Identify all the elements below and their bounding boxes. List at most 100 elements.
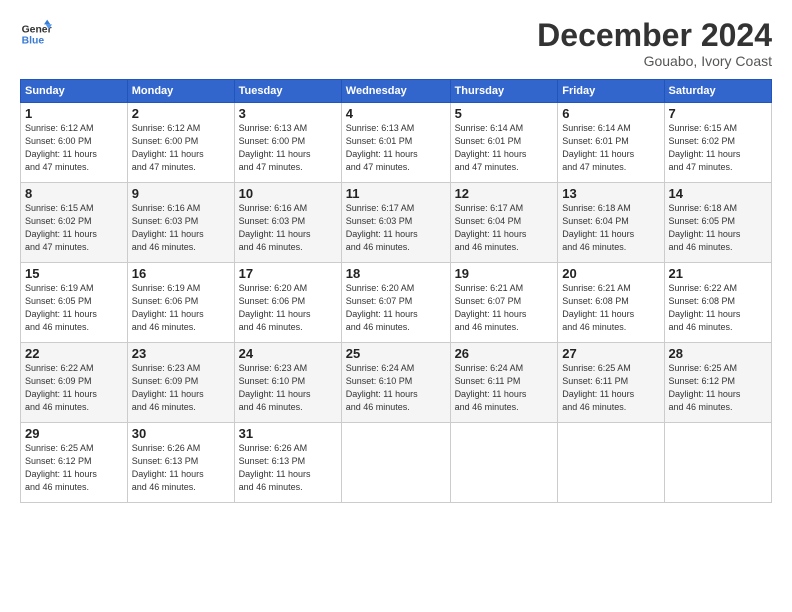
day-info: Sunrise: 6:21 AM Sunset: 6:08 PM Dayligh… bbox=[562, 282, 659, 334]
calendar-cell: 28Sunrise: 6:25 AM Sunset: 6:12 PM Dayli… bbox=[664, 343, 771, 423]
day-number: 11 bbox=[346, 186, 446, 201]
day-info: Sunrise: 6:18 AM Sunset: 6:05 PM Dayligh… bbox=[669, 202, 767, 254]
day-number: 20 bbox=[562, 266, 659, 281]
day-number: 14 bbox=[669, 186, 767, 201]
day-number: 15 bbox=[25, 266, 123, 281]
day-number: 1 bbox=[25, 106, 123, 121]
day-info: Sunrise: 6:23 AM Sunset: 6:09 PM Dayligh… bbox=[132, 362, 230, 414]
day-info: Sunrise: 6:14 AM Sunset: 6:01 PM Dayligh… bbox=[562, 122, 659, 174]
calendar-cell: 10Sunrise: 6:16 AM Sunset: 6:03 PM Dayli… bbox=[234, 183, 341, 263]
calendar-cell: 18Sunrise: 6:20 AM Sunset: 6:07 PM Dayli… bbox=[341, 263, 450, 343]
day-info: Sunrise: 6:20 AM Sunset: 6:06 PM Dayligh… bbox=[239, 282, 337, 334]
header: General Blue December 2024 Gouabo, Ivory… bbox=[20, 18, 772, 69]
calendar-cell: 19Sunrise: 6:21 AM Sunset: 6:07 PM Dayli… bbox=[450, 263, 558, 343]
day-info: Sunrise: 6:23 AM Sunset: 6:10 PM Dayligh… bbox=[239, 362, 337, 414]
day-number: 21 bbox=[669, 266, 767, 281]
day-info: Sunrise: 6:18 AM Sunset: 6:04 PM Dayligh… bbox=[562, 202, 659, 254]
logo-icon: General Blue bbox=[20, 18, 52, 50]
day-info: Sunrise: 6:12 AM Sunset: 6:00 PM Dayligh… bbox=[132, 122, 230, 174]
calendar-cell bbox=[558, 423, 664, 503]
day-info: Sunrise: 6:25 AM Sunset: 6:11 PM Dayligh… bbox=[562, 362, 659, 414]
day-number: 5 bbox=[455, 106, 554, 121]
day-info: Sunrise: 6:15 AM Sunset: 6:02 PM Dayligh… bbox=[25, 202, 123, 254]
calendar-cell: 31Sunrise: 6:26 AM Sunset: 6:13 PM Dayli… bbox=[234, 423, 341, 503]
calendar-day-header: Tuesday bbox=[234, 80, 341, 103]
calendar-cell: 26Sunrise: 6:24 AM Sunset: 6:11 PM Dayli… bbox=[450, 343, 558, 423]
calendar-cell bbox=[450, 423, 558, 503]
day-info: Sunrise: 6:13 AM Sunset: 6:00 PM Dayligh… bbox=[239, 122, 337, 174]
day-number: 8 bbox=[25, 186, 123, 201]
day-info: Sunrise: 6:22 AM Sunset: 6:08 PM Dayligh… bbox=[669, 282, 767, 334]
calendar-week-row: 29Sunrise: 6:25 AM Sunset: 6:12 PM Dayli… bbox=[21, 423, 772, 503]
subtitle: Gouabo, Ivory Coast bbox=[537, 53, 772, 69]
day-number: 7 bbox=[669, 106, 767, 121]
calendar-cell bbox=[664, 423, 771, 503]
calendar-cell: 15Sunrise: 6:19 AM Sunset: 6:05 PM Dayli… bbox=[21, 263, 128, 343]
day-info: Sunrise: 6:26 AM Sunset: 6:13 PM Dayligh… bbox=[132, 442, 230, 494]
day-number: 31 bbox=[239, 426, 337, 441]
calendar-cell: 22Sunrise: 6:22 AM Sunset: 6:09 PM Dayli… bbox=[21, 343, 128, 423]
calendar-cell: 23Sunrise: 6:23 AM Sunset: 6:09 PM Dayli… bbox=[127, 343, 234, 423]
day-number: 19 bbox=[455, 266, 554, 281]
day-info: Sunrise: 6:17 AM Sunset: 6:03 PM Dayligh… bbox=[346, 202, 446, 254]
calendar-cell: 13Sunrise: 6:18 AM Sunset: 6:04 PM Dayli… bbox=[558, 183, 664, 263]
day-info: Sunrise: 6:25 AM Sunset: 6:12 PM Dayligh… bbox=[669, 362, 767, 414]
calendar-cell: 6Sunrise: 6:14 AM Sunset: 6:01 PM Daylig… bbox=[558, 103, 664, 183]
calendar-cell: 20Sunrise: 6:21 AM Sunset: 6:08 PM Dayli… bbox=[558, 263, 664, 343]
day-number: 25 bbox=[346, 346, 446, 361]
day-info: Sunrise: 6:16 AM Sunset: 6:03 PM Dayligh… bbox=[132, 202, 230, 254]
day-info: Sunrise: 6:24 AM Sunset: 6:10 PM Dayligh… bbox=[346, 362, 446, 414]
day-number: 23 bbox=[132, 346, 230, 361]
day-number: 30 bbox=[132, 426, 230, 441]
day-info: Sunrise: 6:26 AM Sunset: 6:13 PM Dayligh… bbox=[239, 442, 337, 494]
day-number: 26 bbox=[455, 346, 554, 361]
calendar-cell: 29Sunrise: 6:25 AM Sunset: 6:12 PM Dayli… bbox=[21, 423, 128, 503]
day-number: 18 bbox=[346, 266, 446, 281]
day-number: 29 bbox=[25, 426, 123, 441]
day-number: 4 bbox=[346, 106, 446, 121]
calendar-header-row: SundayMondayTuesdayWednesdayThursdayFrid… bbox=[21, 80, 772, 103]
calendar-cell: 27Sunrise: 6:25 AM Sunset: 6:11 PM Dayli… bbox=[558, 343, 664, 423]
calendar-cell: 16Sunrise: 6:19 AM Sunset: 6:06 PM Dayli… bbox=[127, 263, 234, 343]
calendar-cell: 25Sunrise: 6:24 AM Sunset: 6:10 PM Dayli… bbox=[341, 343, 450, 423]
day-info: Sunrise: 6:24 AM Sunset: 6:11 PM Dayligh… bbox=[455, 362, 554, 414]
day-info: Sunrise: 6:12 AM Sunset: 6:00 PM Dayligh… bbox=[25, 122, 123, 174]
calendar-cell: 8Sunrise: 6:15 AM Sunset: 6:02 PM Daylig… bbox=[21, 183, 128, 263]
calendar-cell: 30Sunrise: 6:26 AM Sunset: 6:13 PM Dayli… bbox=[127, 423, 234, 503]
calendar-cell: 1Sunrise: 6:12 AM Sunset: 6:00 PM Daylig… bbox=[21, 103, 128, 183]
calendar-cell: 7Sunrise: 6:15 AM Sunset: 6:02 PM Daylig… bbox=[664, 103, 771, 183]
day-info: Sunrise: 6:15 AM Sunset: 6:02 PM Dayligh… bbox=[669, 122, 767, 174]
calendar-cell: 5Sunrise: 6:14 AM Sunset: 6:01 PM Daylig… bbox=[450, 103, 558, 183]
day-info: Sunrise: 6:20 AM Sunset: 6:07 PM Dayligh… bbox=[346, 282, 446, 334]
day-number: 22 bbox=[25, 346, 123, 361]
calendar-week-row: 15Sunrise: 6:19 AM Sunset: 6:05 PM Dayli… bbox=[21, 263, 772, 343]
main-title: December 2024 bbox=[537, 18, 772, 53]
day-number: 13 bbox=[562, 186, 659, 201]
calendar-cell: 4Sunrise: 6:13 AM Sunset: 6:01 PM Daylig… bbox=[341, 103, 450, 183]
calendar-week-row: 1Sunrise: 6:12 AM Sunset: 6:00 PM Daylig… bbox=[21, 103, 772, 183]
calendar-day-header: Saturday bbox=[664, 80, 771, 103]
calendar-cell: 3Sunrise: 6:13 AM Sunset: 6:00 PM Daylig… bbox=[234, 103, 341, 183]
calendar-body: 1Sunrise: 6:12 AM Sunset: 6:00 PM Daylig… bbox=[21, 103, 772, 503]
day-number: 24 bbox=[239, 346, 337, 361]
calendar-cell bbox=[341, 423, 450, 503]
svg-text:Blue: Blue bbox=[22, 36, 45, 47]
calendar-week-row: 22Sunrise: 6:22 AM Sunset: 6:09 PM Dayli… bbox=[21, 343, 772, 423]
day-number: 28 bbox=[669, 346, 767, 361]
calendar-day-header: Friday bbox=[558, 80, 664, 103]
calendar-cell: 24Sunrise: 6:23 AM Sunset: 6:10 PM Dayli… bbox=[234, 343, 341, 423]
calendar-cell: 21Sunrise: 6:22 AM Sunset: 6:08 PM Dayli… bbox=[664, 263, 771, 343]
calendar-day-header: Wednesday bbox=[341, 80, 450, 103]
calendar-week-row: 8Sunrise: 6:15 AM Sunset: 6:02 PM Daylig… bbox=[21, 183, 772, 263]
day-info: Sunrise: 6:14 AM Sunset: 6:01 PM Dayligh… bbox=[455, 122, 554, 174]
day-number: 2 bbox=[132, 106, 230, 121]
calendar-day-header: Monday bbox=[127, 80, 234, 103]
calendar-cell: 2Sunrise: 6:12 AM Sunset: 6:00 PM Daylig… bbox=[127, 103, 234, 183]
day-number: 3 bbox=[239, 106, 337, 121]
day-number: 9 bbox=[132, 186, 230, 201]
calendar-cell: 17Sunrise: 6:20 AM Sunset: 6:06 PM Dayli… bbox=[234, 263, 341, 343]
day-info: Sunrise: 6:16 AM Sunset: 6:03 PM Dayligh… bbox=[239, 202, 337, 254]
calendar-cell: 14Sunrise: 6:18 AM Sunset: 6:05 PM Dayli… bbox=[664, 183, 771, 263]
day-info: Sunrise: 6:13 AM Sunset: 6:01 PM Dayligh… bbox=[346, 122, 446, 174]
calendar-cell: 11Sunrise: 6:17 AM Sunset: 6:03 PM Dayli… bbox=[341, 183, 450, 263]
